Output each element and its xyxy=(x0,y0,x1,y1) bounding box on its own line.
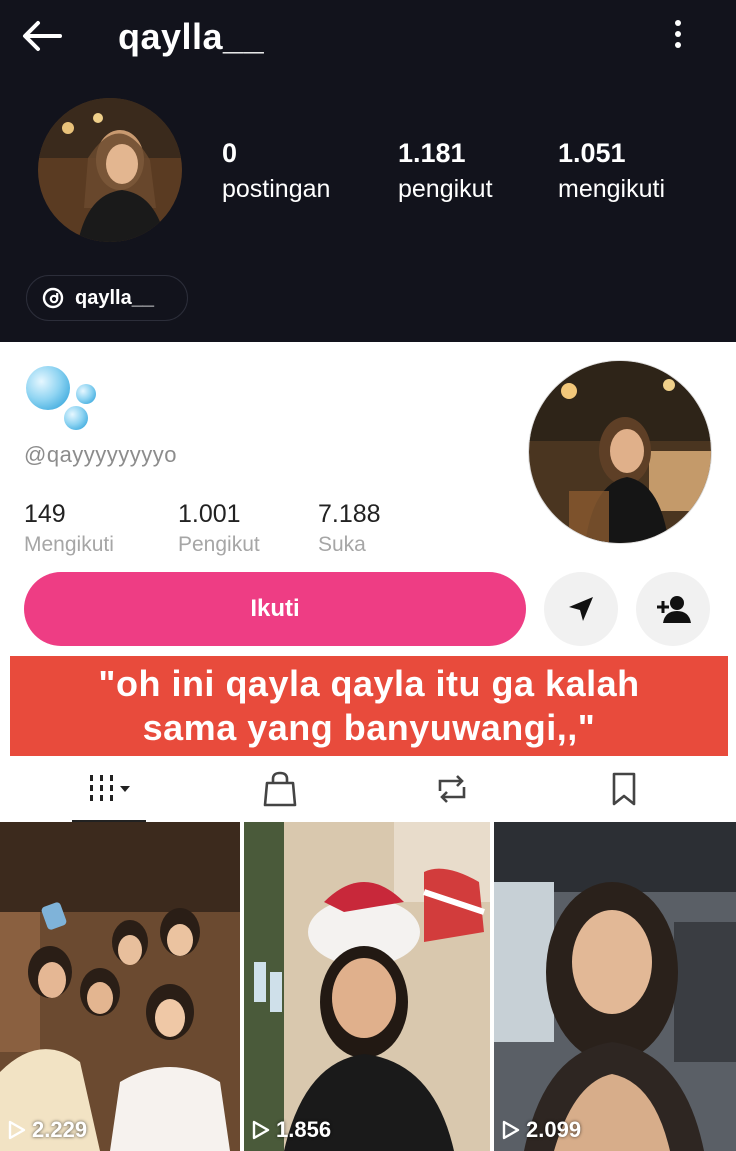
threads-handle: qaylla__ xyxy=(75,286,154,309)
stat-label: postingan xyxy=(222,175,331,203)
tab-reposts[interactable] xyxy=(360,756,544,822)
stat-label: mengikuti xyxy=(558,175,665,203)
instagram-profile-header: qaylla__ 0 postingan 1.181 pengikut 1.05… xyxy=(0,0,736,342)
more-vertical-icon[interactable] xyxy=(664,16,692,52)
stat-followers[interactable]: 1.181 pengikut xyxy=(398,138,493,204)
stat-value: 149 xyxy=(24,500,66,528)
tab-videos[interactable] xyxy=(24,756,208,822)
tiktok-profile-section: @qayyyyyyyyo 149 Mengikuti 1.001 Pengiku… xyxy=(0,342,736,1151)
stat-value: 7.188 xyxy=(318,500,381,528)
stat-value: 0 xyxy=(222,138,238,168)
send-icon xyxy=(569,597,593,621)
profile-username: qaylla__ xyxy=(118,16,265,57)
stat-label: Suka xyxy=(318,533,366,556)
stat-label: pengikut xyxy=(398,175,493,203)
stat-value: 1.181 xyxy=(398,138,466,168)
view-count: 1.856 xyxy=(252,1117,331,1143)
view-count-value: 2.229 xyxy=(32,1117,88,1142)
play-icon xyxy=(8,1120,26,1140)
threads-link-pill[interactable]: qaylla__ xyxy=(26,275,188,321)
profile-avatar[interactable] xyxy=(38,98,182,242)
video-thumbnail[interactable]: 2.229 xyxy=(0,822,240,1151)
view-count-value: 1.856 xyxy=(276,1117,332,1142)
caption-banner: "oh ini qayla qayla itu ga kalah sama ya… xyxy=(10,656,728,756)
caption-line: sama yang banyuwangi,," xyxy=(142,707,596,748)
grid-icon xyxy=(90,775,130,801)
video-thumbnail[interactable]: 1.856 xyxy=(244,822,490,1151)
tiktok-handle: @qayyyyyyyyo xyxy=(24,442,178,467)
stat-value: 1.001 xyxy=(178,500,241,528)
tab-saved[interactable] xyxy=(532,756,716,822)
threads-logo-icon xyxy=(42,287,64,309)
profile-tabs xyxy=(0,756,736,823)
add-user-icon xyxy=(657,596,691,623)
back-arrow-icon[interactable] xyxy=(20,14,64,58)
profile-avatar[interactable] xyxy=(528,360,712,544)
add-friend-button[interactable] xyxy=(636,572,710,646)
stat-label: Pengikut xyxy=(178,533,260,556)
video-thumbnail[interactable]: 2.099 xyxy=(494,822,736,1151)
tab-shop[interactable] xyxy=(188,756,372,822)
bubbles-icon xyxy=(24,364,100,432)
stat-value: 1.051 xyxy=(558,138,626,168)
stat-following[interactable]: 149 Mengikuti xyxy=(24,500,114,557)
repost-icon xyxy=(438,775,466,803)
stat-likes[interactable]: 7.188 Suka xyxy=(318,500,381,557)
shopping-bag-icon xyxy=(263,771,297,807)
view-count: 2.099 xyxy=(502,1117,581,1143)
bookmark-icon xyxy=(612,772,636,806)
caption-line: "oh ini qayla qayla itu ga kalah xyxy=(98,663,640,704)
play-icon xyxy=(252,1120,270,1140)
stat-followers[interactable]: 1.001 Pengikut xyxy=(178,500,260,557)
stat-label: Mengikuti xyxy=(24,533,114,556)
stat-posts[interactable]: 0 postingan xyxy=(222,138,330,204)
view-count-value: 2.099 xyxy=(526,1117,582,1142)
follow-button[interactable]: Ikuti xyxy=(24,572,526,646)
view-count: 2.229 xyxy=(8,1117,87,1143)
video-grid: 2.229 1.856 2.099 xyxy=(0,822,736,1151)
stat-following[interactable]: 1.051 mengikuti xyxy=(558,138,665,204)
play-icon xyxy=(502,1120,520,1140)
send-message-button[interactable] xyxy=(544,572,618,646)
